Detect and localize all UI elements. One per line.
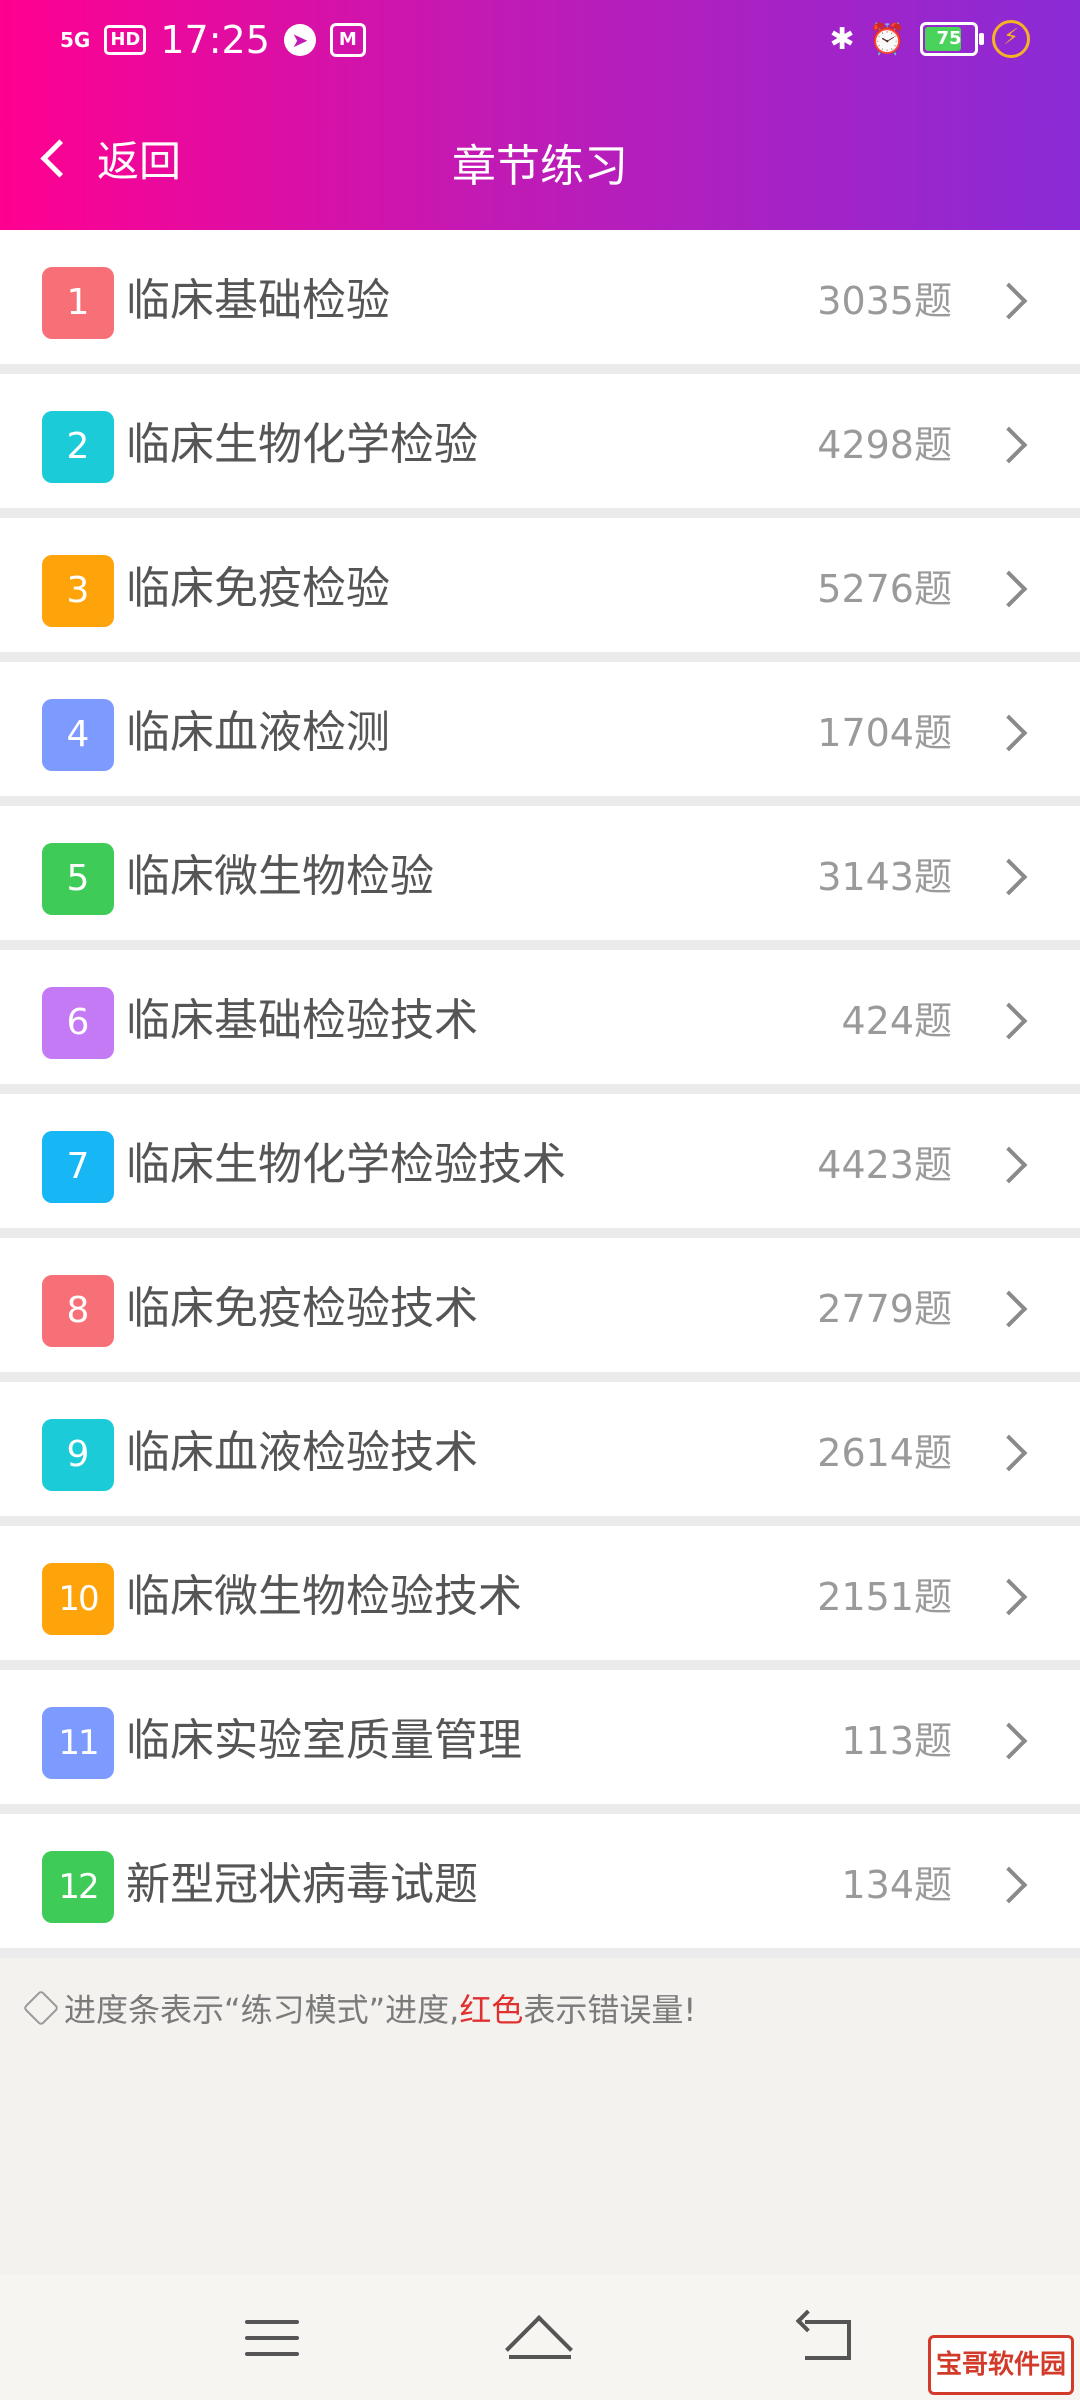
chevron-right-icon (990, 1578, 1028, 1616)
chapter-title: 临床生物化学检验 (126, 419, 478, 470)
compass-icon: ➤ (283, 24, 316, 56)
chapter-number-badge: 8 (42, 1275, 114, 1347)
hd-icon: HD (104, 25, 147, 55)
chapter-row[interactable]: 4 临床血液检测 1704题 (0, 662, 1080, 806)
chevron-right-icon (990, 714, 1028, 752)
chapter-number-badge: 4 (42, 699, 114, 771)
question-count: 3143题 (817, 855, 952, 899)
question-count: 4298题 (817, 423, 952, 467)
chevron-right-icon (990, 570, 1028, 608)
question-count: 4423题 (817, 1143, 952, 1187)
chapter-row[interactable]: 9 临床血液检验技术 2614题 (0, 1382, 1080, 1526)
menu-button[interactable] (245, 2320, 299, 2360)
note-suffix: 表示错误量! (523, 1991, 697, 2029)
battery-icon: 75 (920, 22, 984, 56)
status-right: ✱ ⏰ 75 ⚡ (829, 20, 1030, 58)
chapter-row[interactable]: 7 临床生物化学检验技术 4423题 (0, 1094, 1080, 1238)
chapter-number-badge: 12 (42, 1851, 114, 1923)
chapter-row[interactable]: 2 临床生物化学检验 4298题 (0, 374, 1080, 518)
chapter-number-badge: 10 (42, 1563, 114, 1635)
chapter-row[interactable]: 10 临床微生物检验技术 2151题 (0, 1526, 1080, 1670)
progress-note: 进度条表示“练习模式”进度, 红色 表示错误量! (22, 1985, 697, 2031)
chapter-number-badge: 1 (42, 267, 114, 339)
chapter-row[interactable]: 3 临床免疫检验 5276题 (0, 518, 1080, 662)
note-prefix: 进度条表示“练习模式”进度, (64, 1991, 460, 2029)
chapter-list: 1 临床基础检验 3035题 2 临床生物化学检验 4298题 3 临床免疫检验 5276题 4 临… (0, 230, 1080, 1958)
note-red: 红色 (459, 1991, 524, 2029)
chevron-right-icon (990, 282, 1028, 320)
chapter-row[interactable]: 11 临床实验室质量管理 113题 (0, 1670, 1080, 1814)
chevron-right-icon (990, 858, 1028, 896)
chapter-title: 临床基础检验 (126, 275, 390, 326)
page-title: 章节练习 (452, 141, 628, 192)
question-count: 3035题 (817, 279, 952, 323)
chapter-title: 新型冠状病毒试题 (126, 1859, 478, 1910)
battery-level: 75 (936, 28, 962, 49)
bluetooth-icon: ✱ (829, 21, 855, 57)
chapter-number-badge: 9 (42, 1419, 114, 1491)
chapter-number-badge: 2 (42, 411, 114, 483)
chapter-title: 临床微生物检验技术 (126, 1571, 522, 1622)
chapter-title: 临床血液检验技术 (126, 1427, 478, 1478)
chapter-number-badge: 6 (42, 987, 114, 1059)
home-button[interactable] (505, 2315, 575, 2383)
chapter-row[interactable]: 8 临床免疫检验技术 2779题 (0, 1238, 1080, 1382)
pencil-icon (22, 1989, 60, 2027)
chevron-right-icon (990, 1722, 1028, 1760)
chevron-right-icon (990, 1002, 1028, 1040)
chapter-title: 临床微生物检验 (126, 851, 434, 902)
system-nav-bar (0, 2275, 1080, 2400)
chapter-number-badge: 7 (42, 1131, 114, 1203)
question-count: 2614题 (817, 1431, 952, 1475)
watermark-logo: 宝哥软件园 (928, 2335, 1074, 2395)
app-icon: M (329, 23, 366, 57)
chapter-row[interactable]: 12 新型冠状病毒试题 134题 (0, 1814, 1080, 1958)
chapter-row[interactable]: 5 临床微生物检验 3143题 (0, 806, 1080, 950)
question-count: 2151题 (817, 1575, 952, 1619)
chevron-right-icon (990, 1434, 1028, 1472)
question-count: 1704题 (817, 711, 952, 755)
question-count: 134题 (841, 1863, 952, 1907)
system-back-button[interactable] (795, 2309, 855, 2364)
status-time: 17:25 (160, 18, 270, 62)
question-count: 5276题 (817, 567, 952, 611)
signal-icon: 5G (60, 28, 91, 52)
nav-bar: 返回 章节练习 (0, 108, 1080, 208)
chapter-number-badge: 3 (42, 555, 114, 627)
question-count: 424题 (841, 999, 952, 1043)
status-bar: 5G HD 17:25 ➤ M ✱ ⏰ 75 ⚡ (0, 0, 1080, 90)
chevron-right-icon (990, 1866, 1028, 1904)
status-left: 5G HD 17:25 ➤ M (60, 18, 366, 62)
chevron-right-icon (990, 426, 1028, 464)
chapter-title: 临床血液检测 (126, 707, 390, 758)
chapter-title: 临床生物化学检验技术 (126, 1139, 566, 1190)
charging-icon: ⚡ (992, 20, 1030, 58)
chapter-title: 临床基础检验技术 (126, 995, 478, 1046)
chapter-row[interactable]: 6 临床基础检验技术 424题 (0, 950, 1080, 1094)
chevron-right-icon (990, 1290, 1028, 1328)
chapter-number-badge: 5 (42, 843, 114, 915)
question-count: 113题 (841, 1719, 952, 1763)
chevron-right-icon (990, 1146, 1028, 1184)
chapter-number-badge: 11 (42, 1707, 114, 1779)
question-count: 2779题 (817, 1287, 952, 1331)
chapter-title: 临床免疫检验技术 (126, 1283, 478, 1334)
chapter-title: 临床实验室质量管理 (126, 1715, 522, 1766)
alarm-icon: ⏰ (868, 21, 906, 57)
chapter-title: 临床免疫检验 (126, 563, 390, 614)
header: 5G HD 17:25 ➤ M ✱ ⏰ 75 ⚡ 返回 章节练习 (0, 0, 1080, 230)
chapter-row[interactable]: 1 临床基础检验 3035题 (0, 230, 1080, 374)
